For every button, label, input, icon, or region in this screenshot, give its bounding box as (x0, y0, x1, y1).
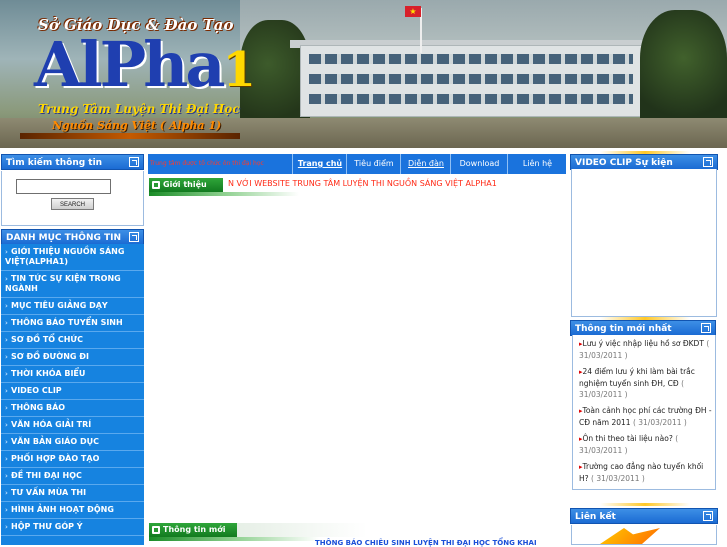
menu-item[interactable]: › GIỚI THIỆU NGUỒN SÁNG VIỆT(ALPHA1) (1, 244, 144, 271)
menu-item[interactable]: › HỘP THƯ GÓP Ý (1, 519, 144, 536)
news-item[interactable]: ▸24 điểm lưu ý khi làm bài trắc nghiệm t… (573, 363, 715, 402)
welcome-marquee: N VỚI WEBSITE TRUNG TÂM LUYỆN THI NGUỒN … (228, 179, 497, 188)
panel-cap (600, 503, 690, 506)
news-section-title: Thông tin mới (163, 525, 226, 534)
menu-item[interactable]: › THÔNG BÁO TUYỂN SINH (1, 315, 144, 332)
menu-item-label: THÔNG BÁO TUYỂN SINH (11, 318, 123, 327)
search-button[interactable]: SEARCH (51, 198, 94, 210)
banner-logo[interactable]: AlPha1 (34, 34, 256, 101)
news-section-tab: Thông tin mới (149, 523, 237, 537)
menu-item-label: ĐỀ THI ĐẠI HỌC (11, 471, 82, 480)
expand-icon[interactable] (701, 323, 711, 333)
news-title[interactable]: Lưu ý việc nhập liệu hồ sơ ĐKDT (583, 339, 704, 348)
intro-section-tab: Giới thiệu (149, 178, 223, 192)
news-item[interactable]: ▸Toàn cảnh học phí các trường ĐH - CĐ nă… (573, 402, 715, 430)
tab-highlights[interactable]: Tiêu điểm (346, 154, 401, 174)
menu-item[interactable]: › SƠ ĐỒ ĐƯỜNG ĐI (1, 349, 144, 366)
menu-item-label: PHỐI HỢP ĐÀO TẠO (11, 454, 100, 463)
latest-panel-title: Thông tin mới nhất (575, 324, 672, 334)
menu-item-label: HỘP THƯ GÓP Ý (11, 522, 83, 531)
menu-item[interactable]: › HÌNH ẢNH HOẠT ĐỘNG (1, 502, 144, 519)
video-panel-title: VIDEO CLIP Sự kiện (575, 158, 673, 168)
logo-text: AlPha (34, 28, 226, 101)
news-item[interactable]: ▸Trường cao đẳng nào tuyển khối H? ( 31/… (573, 458, 715, 486)
menu-item-label: MỤC TIÊU GIẢNG DẠY (11, 301, 108, 310)
search-panel-title: Tìm kiếm thông tin (6, 158, 103, 168)
tab-home[interactable]: Trang chủ (292, 154, 347, 174)
banner-subtitle-name: Nguồn Sáng Việt ( Alpha 1) (52, 119, 222, 132)
section-icon (152, 526, 160, 534)
latest-news-list: ▸Lưu ý việc nhập liệu hồ sơ ĐKDT ( 31/03… (572, 335, 716, 490)
menu-item[interactable]: › VĂN HÓA GIẢI TRÍ (1, 417, 144, 434)
partner-logo[interactable] (600, 528, 660, 544)
header-banner: ★ Sở Giáo Dục & Đào Tạo AlPha1 Trung Tâm… (0, 0, 727, 148)
menu-item-label: THỜI KHÓA BIỂU (11, 369, 86, 378)
search-panel: SEARCH (1, 171, 144, 226)
intro-section-title: Giới thiệu (163, 180, 207, 189)
top-nav: Trung tâm được tổ chức ôn thi đại học Tr… (148, 154, 566, 174)
banner-trees-right (640, 10, 727, 130)
news-date: ( 31/03/2011 ) (591, 474, 645, 483)
nav-marquee: Trung tâm được tổ chức ôn thi đại học (150, 156, 290, 172)
latest-panel-header: Thông tin mới nhất (570, 320, 716, 336)
menu-item-label: HÌNH ẢNH HOẠT ĐỘNG (11, 505, 114, 514)
banner-stripe (20, 133, 240, 139)
menu-item[interactable]: › MỤC TIÊU GIẢNG DẠY (1, 298, 144, 315)
building-windows-row (309, 54, 633, 64)
menu-item[interactable]: › TIN TỨC SỰ KIỆN TRONG NGÀNH (1, 271, 144, 298)
section-tab-fade (237, 523, 367, 537)
links-panel (571, 525, 717, 545)
banner-building (300, 45, 642, 117)
section-underline (149, 537, 319, 541)
tab-forum[interactable]: Diễn đàn (400, 154, 451, 174)
news-title[interactable]: 24 điểm lưu ý khi làm bài trắc nghiệm tu… (579, 367, 695, 388)
menu-item-label: VIDEO CLIP (11, 386, 62, 395)
menu-item[interactable]: › TƯ VẤN MÙA THI (1, 485, 144, 502)
menu-item[interactable]: › VĂN BẢN GIÁO DỤC (1, 434, 144, 451)
category-menu: › GIỚI THIỆU NGUỒN SÁNG VIỆT(ALPHA1) › TIN… (1, 244, 144, 545)
menu-item[interactable]: › PHỐI HỢP ĐÀO TẠO (1, 451, 144, 468)
menu-item-label: VĂN BẢN GIÁO DỤC (11, 437, 99, 446)
menu-item-label: SƠ ĐỒ TỔ CHỨC (11, 335, 83, 344)
menu-item[interactable]: › ĐỀ THI ĐẠI HỌC (1, 468, 144, 485)
building-windows-row (309, 74, 633, 84)
video-panel[interactable] (571, 169, 717, 317)
menu-item-label: THÔNG BÁO (11, 403, 66, 412)
news-marquee[interactable]: THÔNG BÁO CHIÊU SINH LUYỆN THI ĐẠI HỌC T… (315, 539, 537, 547)
menu-panel-header: DANH MỤC THÔNG TIN (1, 229, 144, 245)
search-panel-header: Tìm kiếm thông tin (1, 154, 144, 170)
expand-icon[interactable] (703, 511, 713, 521)
menu-item[interactable]: › THỜI KHÓA BIỂU (1, 366, 144, 383)
search-input[interactable] (16, 179, 111, 194)
expand-icon[interactable] (703, 157, 713, 167)
menu-item[interactable]: › THÔNG BÁO (1, 400, 144, 417)
section-underline (149, 192, 299, 196)
news-date: ( 31/03/2011 ) (632, 418, 687, 427)
expand-icon[interactable] (129, 232, 139, 242)
menu-item[interactable]: › VIDEO CLIP (1, 383, 144, 400)
flag-icon: ★ (405, 6, 421, 17)
news-item[interactable]: ▸Lưu ý việc nhập liệu hồ sơ ĐKDT ( 31/03… (573, 335, 715, 363)
menu-item-label: TƯ VẤN MÙA THI (11, 488, 87, 497)
section-icon (152, 181, 160, 189)
menu-item-label: VĂN HÓA GIẢI TRÍ (11, 420, 92, 429)
tab-contact[interactable]: Liên hệ (507, 154, 567, 174)
menu-item-label: SƠ ĐỒ ĐƯỜNG ĐI (11, 352, 89, 361)
expand-icon[interactable] (129, 157, 139, 167)
links-panel-title: Liên kết (575, 512, 616, 522)
video-panel-header: VIDEO CLIP Sự kiện (570, 154, 718, 170)
banner-subtitle: Trung Tâm Luyện Thi Đại Học (38, 102, 240, 116)
tab-download[interactable]: Download (450, 154, 508, 174)
menu-item-label: GIỚI THIỆU NGUỒN SÁNG VIỆT(ALPHA1) (5, 247, 125, 266)
links-panel-header: Liên kết (570, 508, 718, 524)
menu-item[interactable]: › SƠ ĐỒ TỔ CHỨC (1, 332, 144, 349)
news-title[interactable]: Ôn thi theo tài liệu nào? (583, 434, 673, 443)
building-windows-row (309, 94, 633, 104)
logo-number: 1 (222, 42, 256, 98)
news-item[interactable]: ▸Ôn thi theo tài liệu nào? ( 31/03/2011 … (573, 430, 715, 458)
menu-panel-title: DANH MỤC THÔNG TIN (6, 233, 122, 243)
menu-item-label: TIN TỨC SỰ KIỆN TRONG NGÀNH (5, 274, 121, 293)
